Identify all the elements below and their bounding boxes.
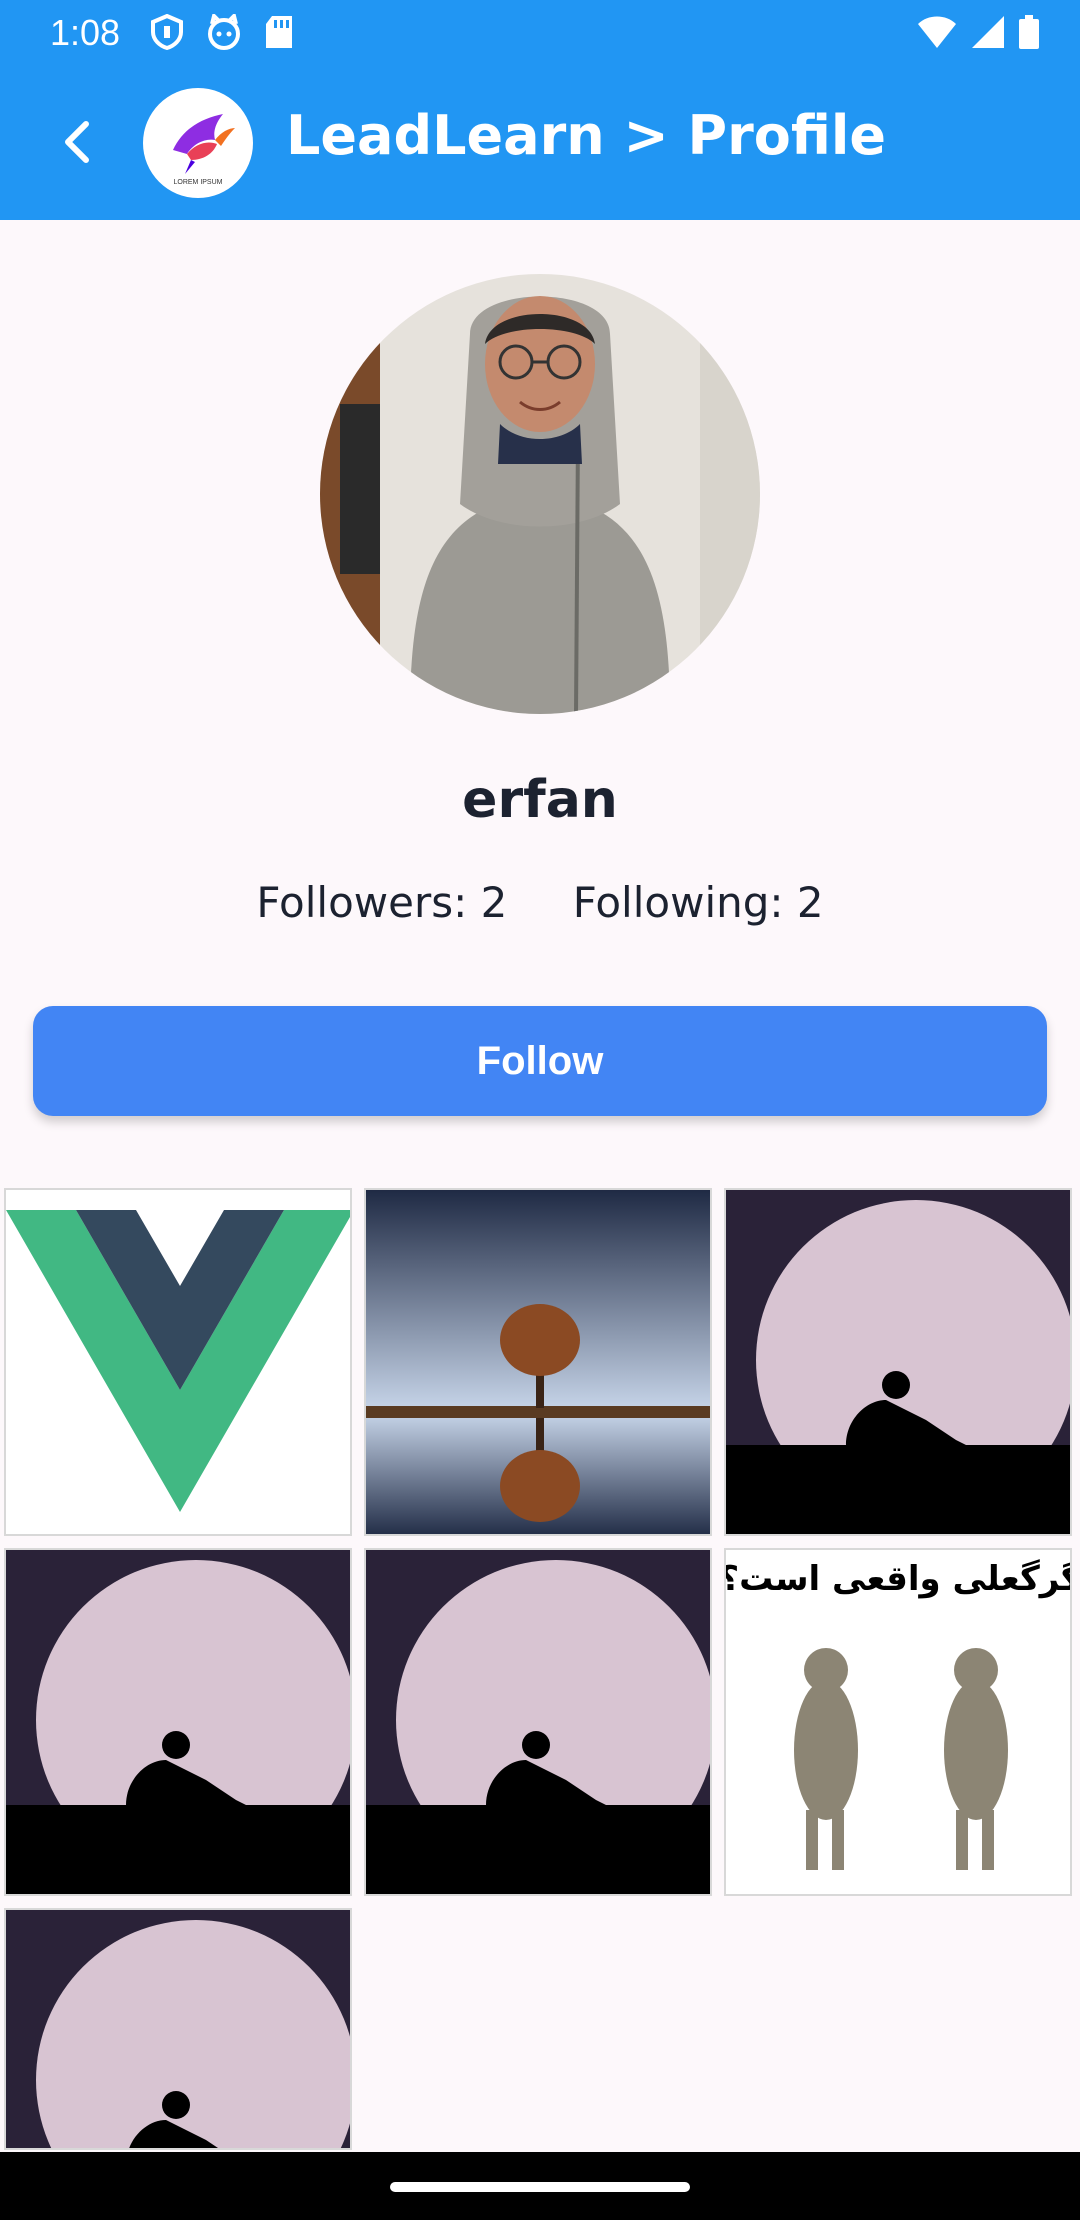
status-bar: 1:08	[0, 0, 1080, 66]
meme-caption: گرگعلی واقعی است؟	[726, 1559, 1072, 1599]
logo-text: LOREM IPSUM	[173, 179, 222, 186]
profile-avatar	[320, 274, 760, 714]
back-button[interactable]	[48, 112, 108, 172]
home-gesture-handle[interactable]	[390, 2182, 690, 2192]
post-thumbnail[interactable]	[364, 1188, 712, 1536]
chevron-left-icon	[65, 121, 89, 163]
system-nav-bar	[0, 2152, 1080, 2220]
battery-icon	[1019, 15, 1039, 49]
profile-stats: Followers: 2 Following: 2	[0, 878, 1080, 927]
post-thumbnail[interactable]	[4, 1548, 352, 1896]
post-thumbnail[interactable]: گرگعلی واقعی است؟	[724, 1548, 1072, 1896]
followers-count[interactable]: Followers: 2	[256, 878, 507, 927]
wifi-icon	[918, 16, 956, 48]
post-thumbnail[interactable]	[364, 1548, 712, 1896]
profile-username: erfan	[462, 770, 618, 830]
status-icons-left	[150, 14, 294, 50]
app-bar: LOREM IPSUM LeadLearn > Profile	[0, 66, 1080, 220]
page-title: LeadLearn > Profile	[286, 104, 886, 167]
app-logo: LOREM IPSUM	[143, 88, 253, 198]
status-time: 1:08	[50, 12, 121, 53]
follow-button[interactable]: Follow	[33, 1006, 1047, 1116]
shield-icon	[151, 14, 183, 50]
post-thumbnail[interactable]	[4, 1188, 352, 1536]
sd-card-icon	[266, 16, 292, 48]
following-count[interactable]: Following: 2	[573, 878, 824, 927]
post-thumbnail[interactable]	[4, 1908, 352, 2150]
signal-icon	[972, 16, 1004, 48]
post-thumbnail[interactable]	[724, 1188, 1072, 1536]
status-icons-right	[916, 14, 1040, 50]
cat-icon	[208, 14, 240, 50]
